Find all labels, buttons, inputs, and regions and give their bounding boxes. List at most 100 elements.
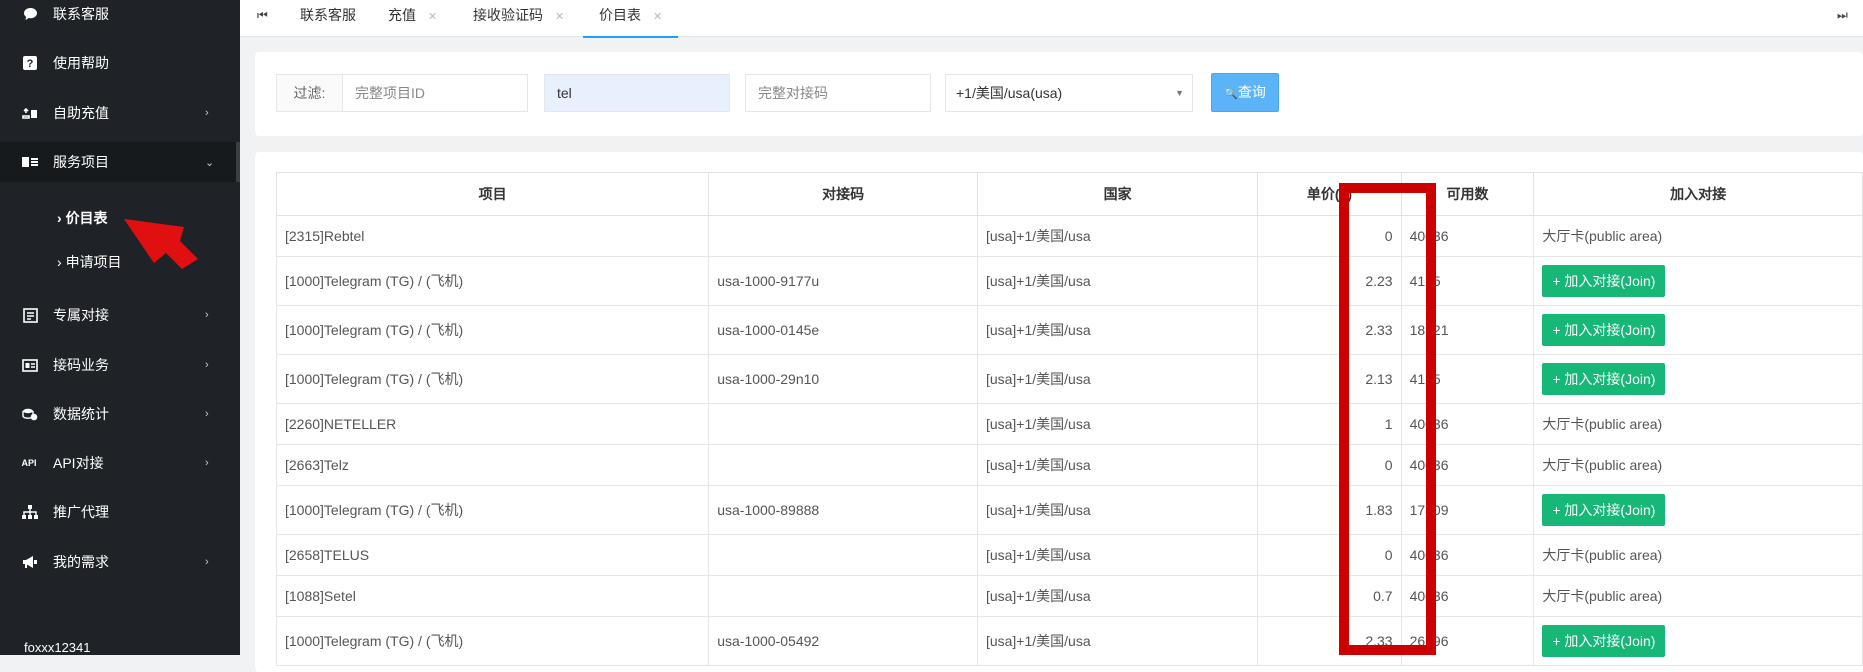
cell-country: [usa]+1/美国/usa xyxy=(976,485,1259,535)
chevron-right-icon: › xyxy=(205,556,209,568)
cell-price: 0 xyxy=(1257,215,1402,257)
cell-join: + 加入对接(Join) xyxy=(1533,616,1863,666)
code-input[interactable] xyxy=(745,74,931,112)
svg-text:?: ? xyxy=(27,58,34,70)
sidebar-item-label: API对接 xyxy=(53,455,104,471)
sidebar-item-promotion[interactable]: 推广代理 xyxy=(0,492,240,532)
country-select[interactable]: +1/美国/usa(usa) ▼ xyxy=(945,74,1193,112)
sidebar-item-sms[interactable]: 接码业务 › xyxy=(0,345,240,385)
stats-icon xyxy=(22,406,38,422)
table-row: [1000]Telegram (TG) / (飞机) usa-1000-9177u… xyxy=(275,256,1863,306)
cell-project: [1000]Telegram (TG) / (飞机) xyxy=(275,354,710,404)
cell-code: usa-1000-9177u xyxy=(708,256,978,306)
table-header-row: 项目 对接码 国家 单价(¥) 可用数 加入对接 xyxy=(275,172,1863,216)
cell-join: 大厅卡(public area) xyxy=(1533,575,1863,617)
sidebar: 联系客服 ? 使用帮助 自助充值 › 服务项目 ⌄ › 价目表 › 申请项目 专… xyxy=(0,0,240,655)
cell-country: [usa]+1/美国/usa xyxy=(976,444,1259,486)
cell-join: + 加入对接(Join) xyxy=(1533,305,1863,355)
sidebar-item-label: 专属对接 xyxy=(53,307,109,323)
submenu-item-price-list[interactable]: › 价目表 xyxy=(57,208,108,228)
sidebar-item-contact[interactable]: 联系客服 xyxy=(0,0,240,34)
cell-code: usa-1000-0145e xyxy=(708,305,978,355)
cell-country: [usa]+1/美国/usa xyxy=(976,256,1259,306)
tab-label: 价目表 xyxy=(599,7,641,23)
cell-country: [usa]+1/美国/usa xyxy=(976,305,1259,355)
cell-price: 0 xyxy=(1257,534,1402,576)
tab-receive-code[interactable]: 接收验证码 ✕ xyxy=(473,0,564,36)
sidebar-item-recharge[interactable]: 自助充值 › xyxy=(0,93,240,133)
table-row: [2260]NETELLER [usa]+1/美国/usa 1 40036 大厅卡(pu… xyxy=(275,403,1863,445)
cell-project: [2260]NETELLER xyxy=(275,403,710,445)
sidebar-item-label: 数据统计 xyxy=(53,406,109,422)
chevron-down-icon: ⌄ xyxy=(205,156,215,169)
sidebar-item-services[interactable]: 服务项目 ⌄ xyxy=(0,142,240,182)
chevron-right-icon: › xyxy=(205,359,209,371)
cell-join: 大厅卡(public area) xyxy=(1533,534,1863,576)
cell-price: 2.23 xyxy=(1257,256,1402,306)
sidebar-item-my-needs[interactable]: 我的需求 › xyxy=(0,542,240,582)
sms-icon xyxy=(22,357,38,373)
tab-label: 联系客服 xyxy=(300,7,356,23)
price-table: 项目 对接码 国家 单价(¥) 可用数 加入对接 [2315]Rebtel [us… xyxy=(275,172,1863,666)
sidebar-item-label: 联系客服 xyxy=(53,6,109,22)
chevron-right-icon: › xyxy=(57,210,66,226)
cell-price: 2.13 xyxy=(1257,354,1402,404)
cell-country: [usa]+1/美国/usa xyxy=(976,575,1259,617)
sidebar-item-help[interactable]: ? 使用帮助 xyxy=(0,43,240,83)
tab-price-list[interactable]: 价目表 ✕ xyxy=(583,0,679,38)
help-icon: ? xyxy=(22,55,38,71)
table-row: [1088]Setel [usa]+1/美国/usa 0.7 40036 大厅卡(pub… xyxy=(275,575,1863,617)
cell-price: 0.7 xyxy=(1257,575,1402,617)
cell-join: + 加入对接(Join) xyxy=(1533,256,1863,306)
keyword-input[interactable] xyxy=(544,74,730,112)
close-icon[interactable]: ✕ xyxy=(555,11,564,23)
submenu-item-apply-project[interactable]: › 申请项目 xyxy=(57,252,122,272)
cell-join: + 加入对接(Join) xyxy=(1533,354,1863,404)
header-code: 对接码 xyxy=(708,172,978,216)
join-button[interactable]: + 加入对接(Join) xyxy=(1542,494,1666,526)
sidebar-item-label: 推广代理 xyxy=(53,504,109,520)
sidebar-item-api[interactable]: API API对接 › xyxy=(0,443,240,483)
join-button[interactable]: + 加入对接(Join) xyxy=(1542,363,1666,395)
cell-code: usa-1000-89888 xyxy=(708,485,978,535)
cell-country: [usa]+1/美国/usa xyxy=(976,616,1259,666)
join-button[interactable]: + 加入对接(Join) xyxy=(1542,625,1666,657)
sidebar-item-label: 自助充值 xyxy=(53,105,109,121)
cell-price: 2.33 xyxy=(1257,305,1402,355)
cell-available: 26696 xyxy=(1400,616,1535,666)
tab-scroll-last-icon[interactable]: ⏭ xyxy=(1837,0,1848,30)
chevron-right-icon: › xyxy=(57,254,66,270)
cell-country: [usa]+1/美国/usa xyxy=(976,354,1259,404)
cell-available: 40036 xyxy=(1400,444,1535,486)
service-icon xyxy=(22,154,38,170)
submenu-item-label: 申请项目 xyxy=(65,254,122,270)
sidebar-item-dedicated[interactable]: 专属对接 › xyxy=(0,295,240,335)
chat-icon xyxy=(22,6,38,22)
country-select-value: +1/美国/usa(usa) xyxy=(956,85,1063,101)
project-id-input[interactable] xyxy=(342,74,528,112)
cell-project: [1000]Telegram (TG) / (飞机) xyxy=(275,305,710,355)
cell-join: 大厅卡(public area) xyxy=(1533,444,1863,486)
sidebar-item-label: 我的需求 xyxy=(53,554,109,570)
chevron-right-icon: › xyxy=(205,457,209,469)
tab-contact[interactable]: 联系客服 xyxy=(300,0,356,36)
cell-available: 4125 xyxy=(1400,354,1535,404)
sidebar-item-label: 接码业务 xyxy=(53,357,109,373)
header-join: 加入对接 xyxy=(1533,172,1863,216)
cell-join: 大厅卡(public area) xyxy=(1533,403,1863,445)
close-icon[interactable]: ✕ xyxy=(653,11,662,23)
cell-code xyxy=(708,215,978,257)
chevron-right-icon: › xyxy=(205,408,209,420)
close-icon[interactable]: ✕ xyxy=(428,11,437,23)
tab-label: 充值 xyxy=(388,7,416,23)
username[interactable]: foxxx12341 xyxy=(24,640,91,655)
cell-available: 40036 xyxy=(1400,215,1535,257)
join-button[interactable]: + 加入对接(Join) xyxy=(1542,265,1666,297)
query-button[interactable]: 🔍查询 xyxy=(1211,73,1279,112)
sidebar-item-stats[interactable]: 数据统计 › xyxy=(0,394,240,434)
tab-scroll-first-icon[interactable]: ⏮ xyxy=(257,0,268,30)
join-button[interactable]: + 加入对接(Join) xyxy=(1542,314,1666,346)
cell-available: 17809 xyxy=(1400,485,1535,535)
tab-recharge[interactable]: 充值 ✕ xyxy=(388,0,437,36)
sidebar-item-label: 服务项目 xyxy=(53,154,109,170)
